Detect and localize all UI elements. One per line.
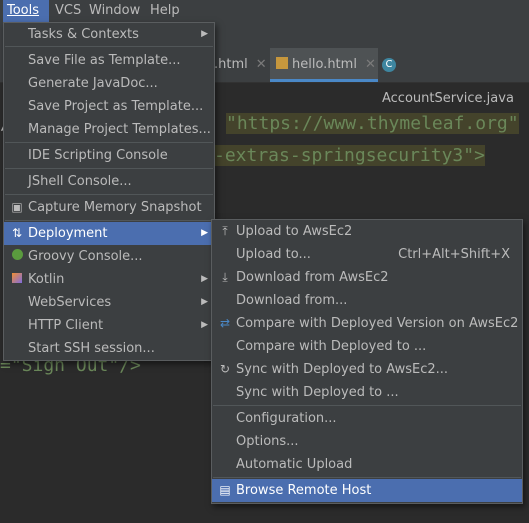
menu-item-compare-with-deployed-to[interactable]: Compare with Deployed to ... [212,335,522,358]
menu-bar: Tools VCS Window Help [0,0,529,22]
menu-item-label: Tasks & Contexts [28,27,139,42]
submenu-arrow-icon: ▶ [201,228,208,238]
menu-separator [5,142,213,143]
menu-item-label: Save Project as Template... [28,99,204,114]
menu-item-browse-remote-host[interactable]: ▤ Browse Remote Host [212,479,522,502]
tab-label: .html [214,57,248,72]
tab-label: hello.html [292,57,357,72]
menu-item-automatic-upload[interactable]: Automatic Upload [212,453,522,476]
close-icon[interactable]: ✕ [365,57,376,72]
tab-accountservice-java[interactable]: C AccountService.java [382,48,529,106]
menu-vcs[interactable]: VCS [55,0,81,22]
menu-item-jshell-console[interactable]: JShell Console... [4,170,214,193]
upload-icon: ⤒ [222,224,228,238]
menu-item-label: Deployment [28,226,108,241]
menu-help[interactable]: Help [150,0,180,22]
java-class-icon: C [382,58,396,72]
menu-item-save-project-as-template[interactable]: Save Project as Template... [4,95,214,118]
tab-html[interactable]: .html ✕ [214,48,270,82]
menu-item-label: WebServices [28,295,112,310]
tab-hello-html[interactable]: hello.html ✕ [270,48,378,82]
compare-icon: ⇄ [219,316,231,330]
deployment-icon: ⇅ [11,226,23,240]
menu-separator [5,46,213,47]
menu-item-label: HTTP Client [28,318,104,333]
code-text: -extras-springsecurity3"> [214,145,485,166]
menu-item-label: Upload to... [236,247,311,262]
menu-item-label: JShell Console... [28,174,132,189]
menu-item-configuration[interactable]: Configuration... [212,407,522,430]
menu-item-label: Download from... [236,293,348,308]
menu-item-http-client[interactable]: HTTP Client ▶ [4,314,214,337]
menu-item-generate-javadoc[interactable]: Generate JavaDoc... [4,72,214,95]
menu-item-label: Manage Project Templates... [28,122,211,137]
menu-item-label: Options... [236,434,299,449]
menu-separator [213,405,521,406]
menu-item-label: Automatic Upload [236,457,353,472]
close-icon[interactable]: ✕ [256,57,267,72]
menu-item-label: Kotlin [28,272,65,287]
submenu-arrow-icon: ▶ [201,320,208,330]
menu-item-kotlin[interactable]: Kotlin ▶ [4,268,214,291]
menu-item-upload-to[interactable]: Upload to... Ctrl+Alt+Shift+X [212,243,522,266]
menu-tools-label: Tools [7,3,40,18]
menu-separator [5,194,213,195]
menu-item-label: Compare with Deployed Version on AwsEc2 [236,316,519,331]
menu-item-webservices[interactable]: WebServices ▶ [4,291,214,314]
menu-item-label: Generate JavaDoc... [28,76,158,91]
menu-item-label: Configuration... [236,411,337,426]
menu-separator [213,477,521,478]
menu-item-ide-scripting-console[interactable]: IDE Scripting Console [4,144,214,167]
menu-item-options[interactable]: Options... [212,430,522,453]
code-string-url: "https://www.thymeleaf.org" [226,113,519,134]
menu-item-deployment[interactable]: ⇅ Deployment ▶ [4,222,214,245]
submenu-arrow-icon: ▶ [201,29,208,39]
menu-item-label: Browse Remote Host [236,483,372,498]
menu-item-start-ssh-session[interactable]: Start SSH session... [4,337,214,360]
groovy-icon [10,245,24,268]
submenu-arrow-icon: ▶ [201,274,208,284]
menu-window[interactable]: Window [89,0,140,22]
menu-item-manage-project-templates[interactable]: Manage Project Templates... [4,118,214,141]
menu-tools[interactable]: Tools [3,0,49,22]
camera-icon: ▣ [11,200,23,214]
menu-item-capture-memory-snapshot[interactable]: ▣ Capture Memory Snapshot [4,196,214,219]
remote-host-icon: ▤ [219,483,231,497]
menu-separator [5,220,213,221]
menu-item-save-file-as-template[interactable]: Save File as Template... [4,49,214,72]
download-icon: ⤓ [222,270,228,284]
menu-item-groovy-console[interactable]: Groovy Console... [4,245,214,268]
code-string: -extras-springsecurity3"> [214,145,485,166]
menu-item-download-from-awsec2[interactable]: ⤓ Download from AwsEc2 [212,266,522,289]
menu-item-download-from[interactable]: Download from... [212,289,522,312]
tab-label: AccountService.java [382,91,514,106]
menu-item-label: Start SSH session... [28,341,155,356]
menu-item-label: Upload to AwsEc2 [236,224,353,239]
menu-item-label: Sync with Deployed to ... [236,385,399,400]
deployment-submenu: ⤒ Upload to AwsEc2 Upload to... Ctrl+Alt+S… [211,219,523,504]
menu-item-sync-with-deployed-awsec2[interactable]: ↻ Sync with Deployed to AwsEc2... [212,358,522,381]
menu-item-label: IDE Scripting Console [28,148,168,163]
menu-item-shortcut: Ctrl+Alt+Shift+X [398,247,510,262]
menu-item-label: Groovy Console... [28,249,143,264]
menu-item-compare-with-deployed-awsec2[interactable]: ⇄ Compare with Deployed Version on AwsEc2 [212,312,522,335]
submenu-arrow-icon: ▶ [201,297,208,307]
menu-separator [5,168,213,169]
kotlin-icon [10,268,24,291]
menu-item-label: Download from AwsEc2 [236,270,389,285]
tools-menu: Tasks & Contexts ▶ Save File as Template.… [3,22,215,361]
menu-item-label: Save File as Template... [28,53,181,68]
sync-icon: ↻ [219,362,231,376]
menu-item-upload-to-awsec2[interactable]: ⤒ Upload to AwsEc2 [212,220,522,243]
html-file-icon [276,57,288,69]
menu-item-sync-with-deployed-to[interactable]: Sync with Deployed to ... [212,381,522,404]
menu-item-label: Compare with Deployed to ... [236,339,427,354]
menu-item-tasks-contexts[interactable]: Tasks & Contexts ▶ [4,23,214,46]
menu-item-label: Capture Memory Snapshot [28,200,202,215]
menu-item-label: Sync with Deployed to AwsEc2... [236,362,449,377]
